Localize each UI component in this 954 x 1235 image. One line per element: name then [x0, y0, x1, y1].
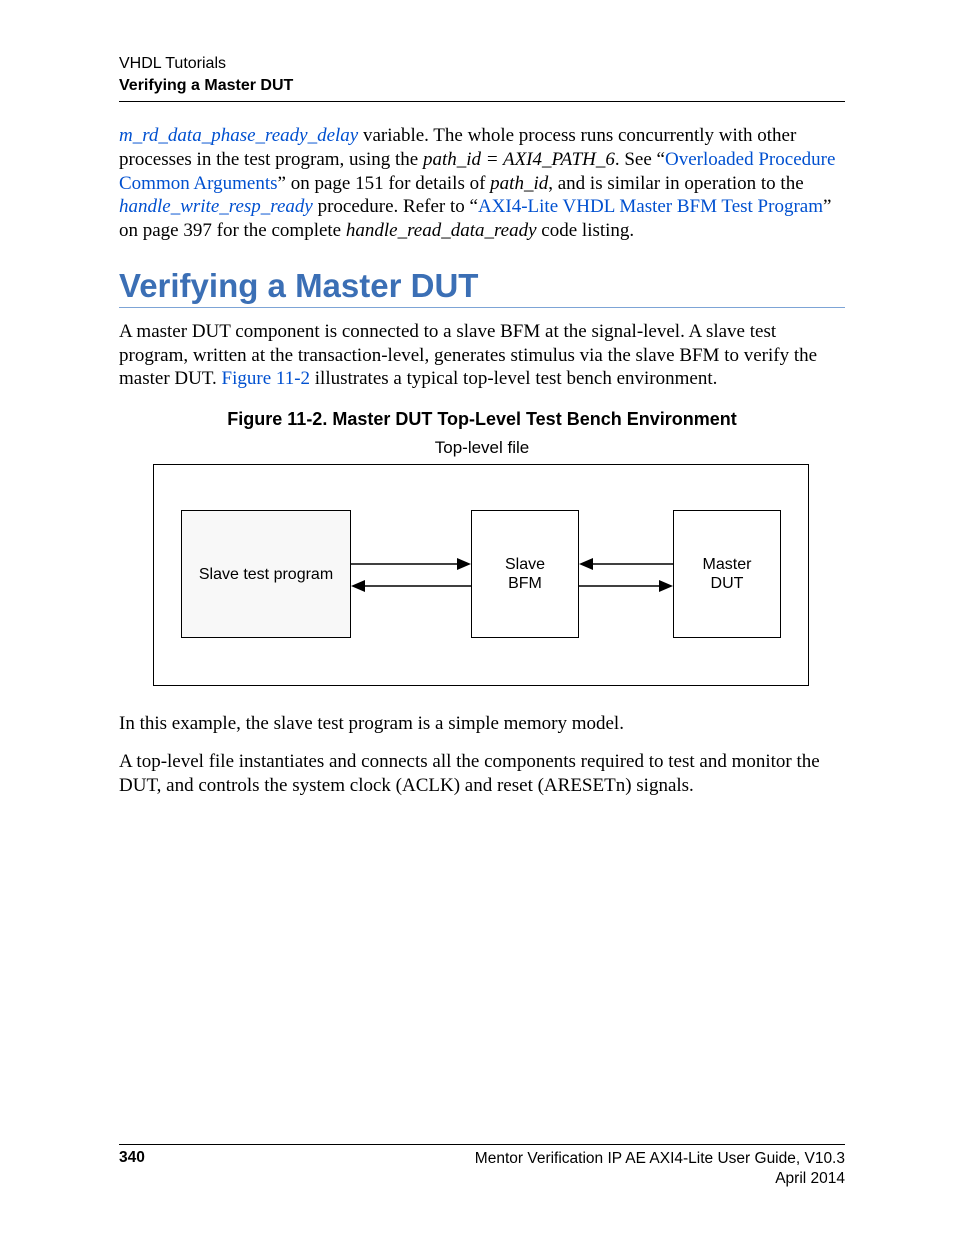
arrow-sbfm-to-mdut — [579, 578, 673, 594]
footer-rule — [119, 1144, 845, 1145]
figure-top-label: Top-level file — [435, 438, 530, 458]
footer-date: April 2014 — [475, 1169, 845, 1189]
arrow-mdut-to-sbfm — [579, 556, 673, 572]
emphasis: path_id = AXI4_PATH_6 — [423, 149, 615, 170]
link-handle-write-resp-ready[interactable]: handle_write_resp_ready — [119, 196, 313, 217]
text: . See “ — [615, 149, 665, 170]
text: procedure. Refer to “ — [313, 196, 478, 217]
header-chapter: VHDL Tutorials — [119, 53, 845, 75]
text: , and is similar in operation to the — [548, 173, 803, 194]
figure-11-2: Top-level file Slave test program Slave … — [153, 438, 811, 688]
header-section: Verifying a Master DUT — [119, 75, 845, 97]
section-heading: Verifying a Master DUT — [119, 267, 845, 308]
footer-doc-title: Mentor Verification IP AE AXI4-Lite User… — [475, 1149, 845, 1169]
box-label-line1: Slave — [505, 556, 545, 573]
paragraph-continuation: m_rd_data_phase_ready_delay variable. Th… — [119, 124, 845, 243]
figure-caption: Figure 11-2. Master DUT Top-Level Test B… — [119, 409, 845, 430]
box-master-dut: Master DUT — [673, 510, 781, 638]
box-label-line2: BFM — [508, 575, 542, 592]
page-number: 340 — [119, 1149, 145, 1167]
box-label-line1: Master — [703, 556, 752, 573]
header-rule — [119, 101, 845, 102]
paragraph: A top-level file instantiates and connec… — [119, 750, 845, 798]
running-header: VHDL Tutorials Verifying a Master DUT — [119, 53, 845, 102]
text: illustrates a typical top-level test ben… — [310, 368, 717, 389]
box-slave-test-program: Slave test program — [181, 510, 351, 638]
link-figure-11-2[interactable]: Figure 11-2 — [222, 368, 310, 389]
arrow-sbfm-to-stp — [351, 578, 471, 594]
text: ” on page 151 for details of — [278, 173, 491, 194]
link-m-rd-data-phase-ready-delay[interactable]: m_rd_data_phase_ready_delay — [119, 125, 358, 146]
box-label: Slave test program — [199, 565, 333, 584]
emphasis: handle_read_data_ready — [346, 220, 537, 241]
box-label-line2: DUT — [711, 575, 744, 592]
link-axi4-lite-vhdl-master-bfm-test-program[interactable]: AXI4-Lite VHDL Master BFM Test Program — [478, 196, 823, 217]
box-slave-bfm: Slave BFM — [471, 510, 579, 638]
paragraph: A master DUT component is connected to a… — [119, 320, 845, 391]
paragraph: In this example, the slave test program … — [119, 712, 845, 736]
arrow-stp-to-sbfm — [351, 556, 471, 572]
page-footer: 340 Mentor Verification IP AE AXI4-Lite … — [119, 1144, 845, 1189]
emphasis: path_id — [490, 173, 548, 194]
text: code listing. — [537, 220, 635, 241]
